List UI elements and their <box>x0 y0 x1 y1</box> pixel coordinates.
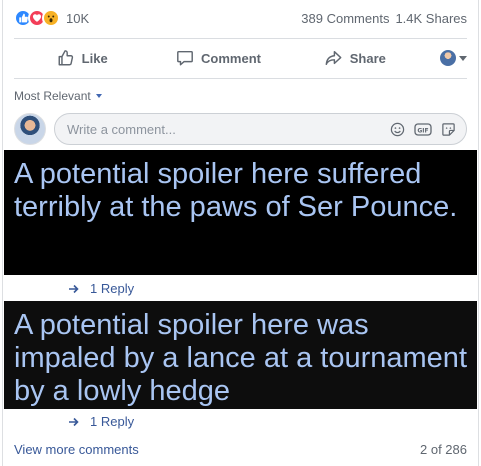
comment-sort-dropdown[interactable]: Most Relevant <box>14 89 102 103</box>
share-button[interactable]: Share <box>287 40 423 76</box>
spoiler-overlay: A potential spoiler here was impaled by … <box>4 301 477 409</box>
shares-count[interactable]: 1.4K Shares <box>395 11 467 26</box>
view-more-comments-link[interactable]: View more comments <box>14 442 139 457</box>
user-avatar[interactable] <box>14 113 46 145</box>
divider <box>14 78 467 79</box>
share-label: Share <box>349 50 386 66</box>
avatar <box>439 50 456 66</box>
caret-down-icon <box>458 55 467 61</box>
comment-input-box[interactable]: GIF <box>54 113 467 145</box>
spoiler-text: A potential spoiler here was impaled by … <box>14 309 467 407</box>
action-bar: Like Comment Share <box>14 40 467 76</box>
reaction-icons[interactable] <box>14 9 60 27</box>
reply-arrow-icon <box>69 284 79 293</box>
reactions-summary: 10K 389 Comments 1.4K Shares <box>14 8 467 28</box>
sort-label: Most Relevant <box>14 89 91 103</box>
reply-count: 1 Reply <box>90 281 135 296</box>
reply-count: 1 Reply <box>90 414 135 429</box>
view-replies-link[interactable]: 1 Reply <box>68 414 134 429</box>
thumbs-up-icon <box>58 50 73 66</box>
sticker-icon[interactable] <box>441 122 456 137</box>
comment-label: Comment <box>201 50 261 66</box>
wow-reaction-icon <box>42 9 60 27</box>
post-stats: 389 Comments 1.4K Shares <box>301 11 467 26</box>
emoji-icon[interactable] <box>390 122 405 137</box>
spoiler-overlay: A potential spoiler here suffered terrib… <box>4 150 477 275</box>
reaction-count[interactable]: 10K <box>66 11 89 26</box>
reply-arrow-icon <box>69 417 79 426</box>
comment-composer: GIF <box>14 112 467 146</box>
spoiler-text: A potential spoiler here suffered terrib… <box>14 158 458 223</box>
svg-text:GIF: GIF <box>417 127 428 134</box>
like-button[interactable]: Like <box>14 40 150 76</box>
divider <box>14 38 467 39</box>
comments-footer: View more comments 2 of 286 <box>14 442 467 457</box>
comment-pager: 2 of 286 <box>420 442 467 457</box>
audience-selector[interactable] <box>423 50 467 66</box>
comment-input[interactable] <box>67 121 390 137</box>
comment-icon <box>177 50 193 66</box>
view-replies-link[interactable]: 1 Reply <box>68 281 134 296</box>
comment-button[interactable]: Comment <box>150 40 286 76</box>
caret-down-icon <box>95 94 102 98</box>
comments-count[interactable]: 389 Comments <box>301 11 389 26</box>
composer-icons: GIF <box>390 122 456 137</box>
share-icon <box>325 50 342 66</box>
gif-icon[interactable]: GIF <box>414 122 432 137</box>
like-label: Like <box>81 50 108 66</box>
